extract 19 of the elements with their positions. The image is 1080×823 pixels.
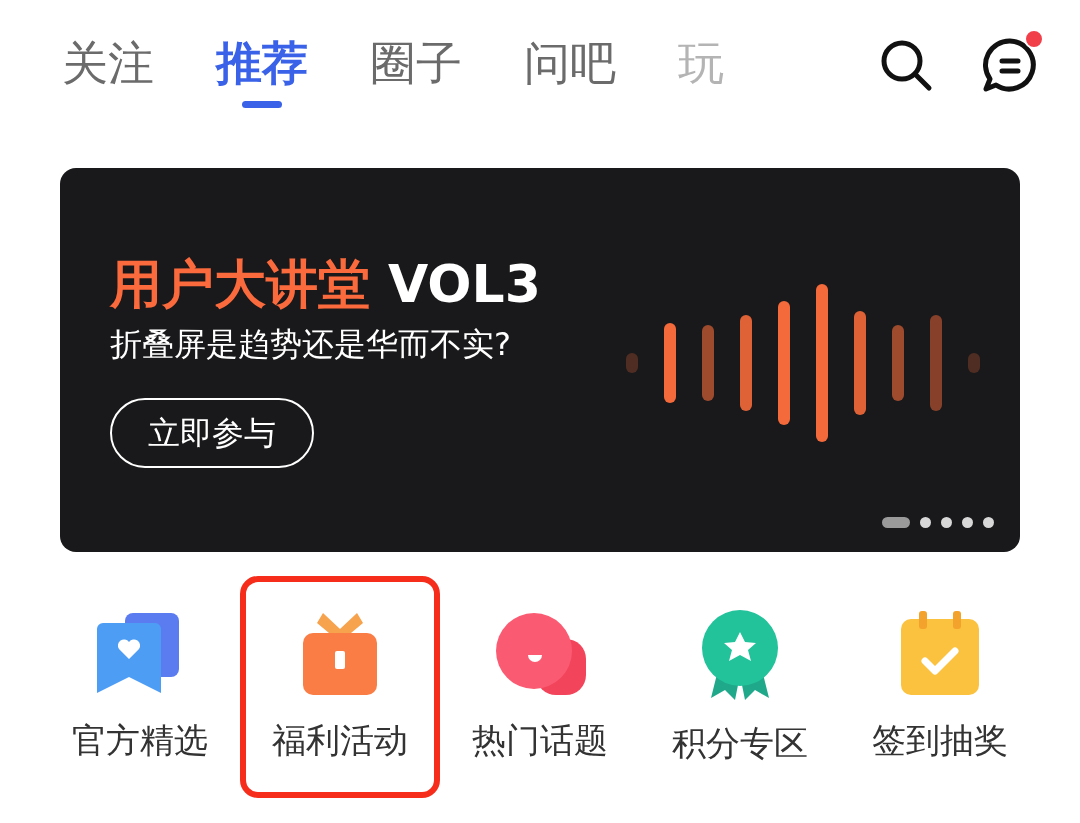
shortcut-label: 积分专区 xyxy=(672,721,808,765)
join-button[interactable]: 立即参与 xyxy=(110,398,314,468)
shortcut-label: 热门话题 xyxy=(472,718,608,762)
banner-subtitle: 折叠屏是趋势还是华而不实? xyxy=(110,324,512,365)
shortcut-item[interactable]: 福利活动 xyxy=(240,576,440,798)
shortcut-label: 签到抽奖 xyxy=(872,718,1008,762)
shortcut-item[interactable]: 积分专区 xyxy=(640,576,840,798)
tab[interactable]: 关注 xyxy=(62,32,154,108)
tab[interactable]: 推荐 xyxy=(216,32,308,108)
shortcut-label: 官方精选 xyxy=(72,718,208,762)
shortcut-item[interactable]: 官方精选 xyxy=(40,576,240,798)
tab[interactable]: 圈子 xyxy=(370,32,462,108)
shortcut-label: 福利活动 xyxy=(272,718,408,762)
banner[interactable]: 用户大讲堂 VOL3 折叠屏是趋势还是华而不实? 立即参与 xyxy=(60,168,1020,552)
banner-title: VOL3 xyxy=(388,253,541,316)
shortcut-item[interactable]: 热门话题 xyxy=(440,576,640,798)
tab[interactable]: 问吧 xyxy=(524,32,616,108)
shortcut-item[interactable]: 签到抽奖 xyxy=(840,576,1040,798)
banner-title-highlight: 用户大讲堂 xyxy=(110,253,370,316)
